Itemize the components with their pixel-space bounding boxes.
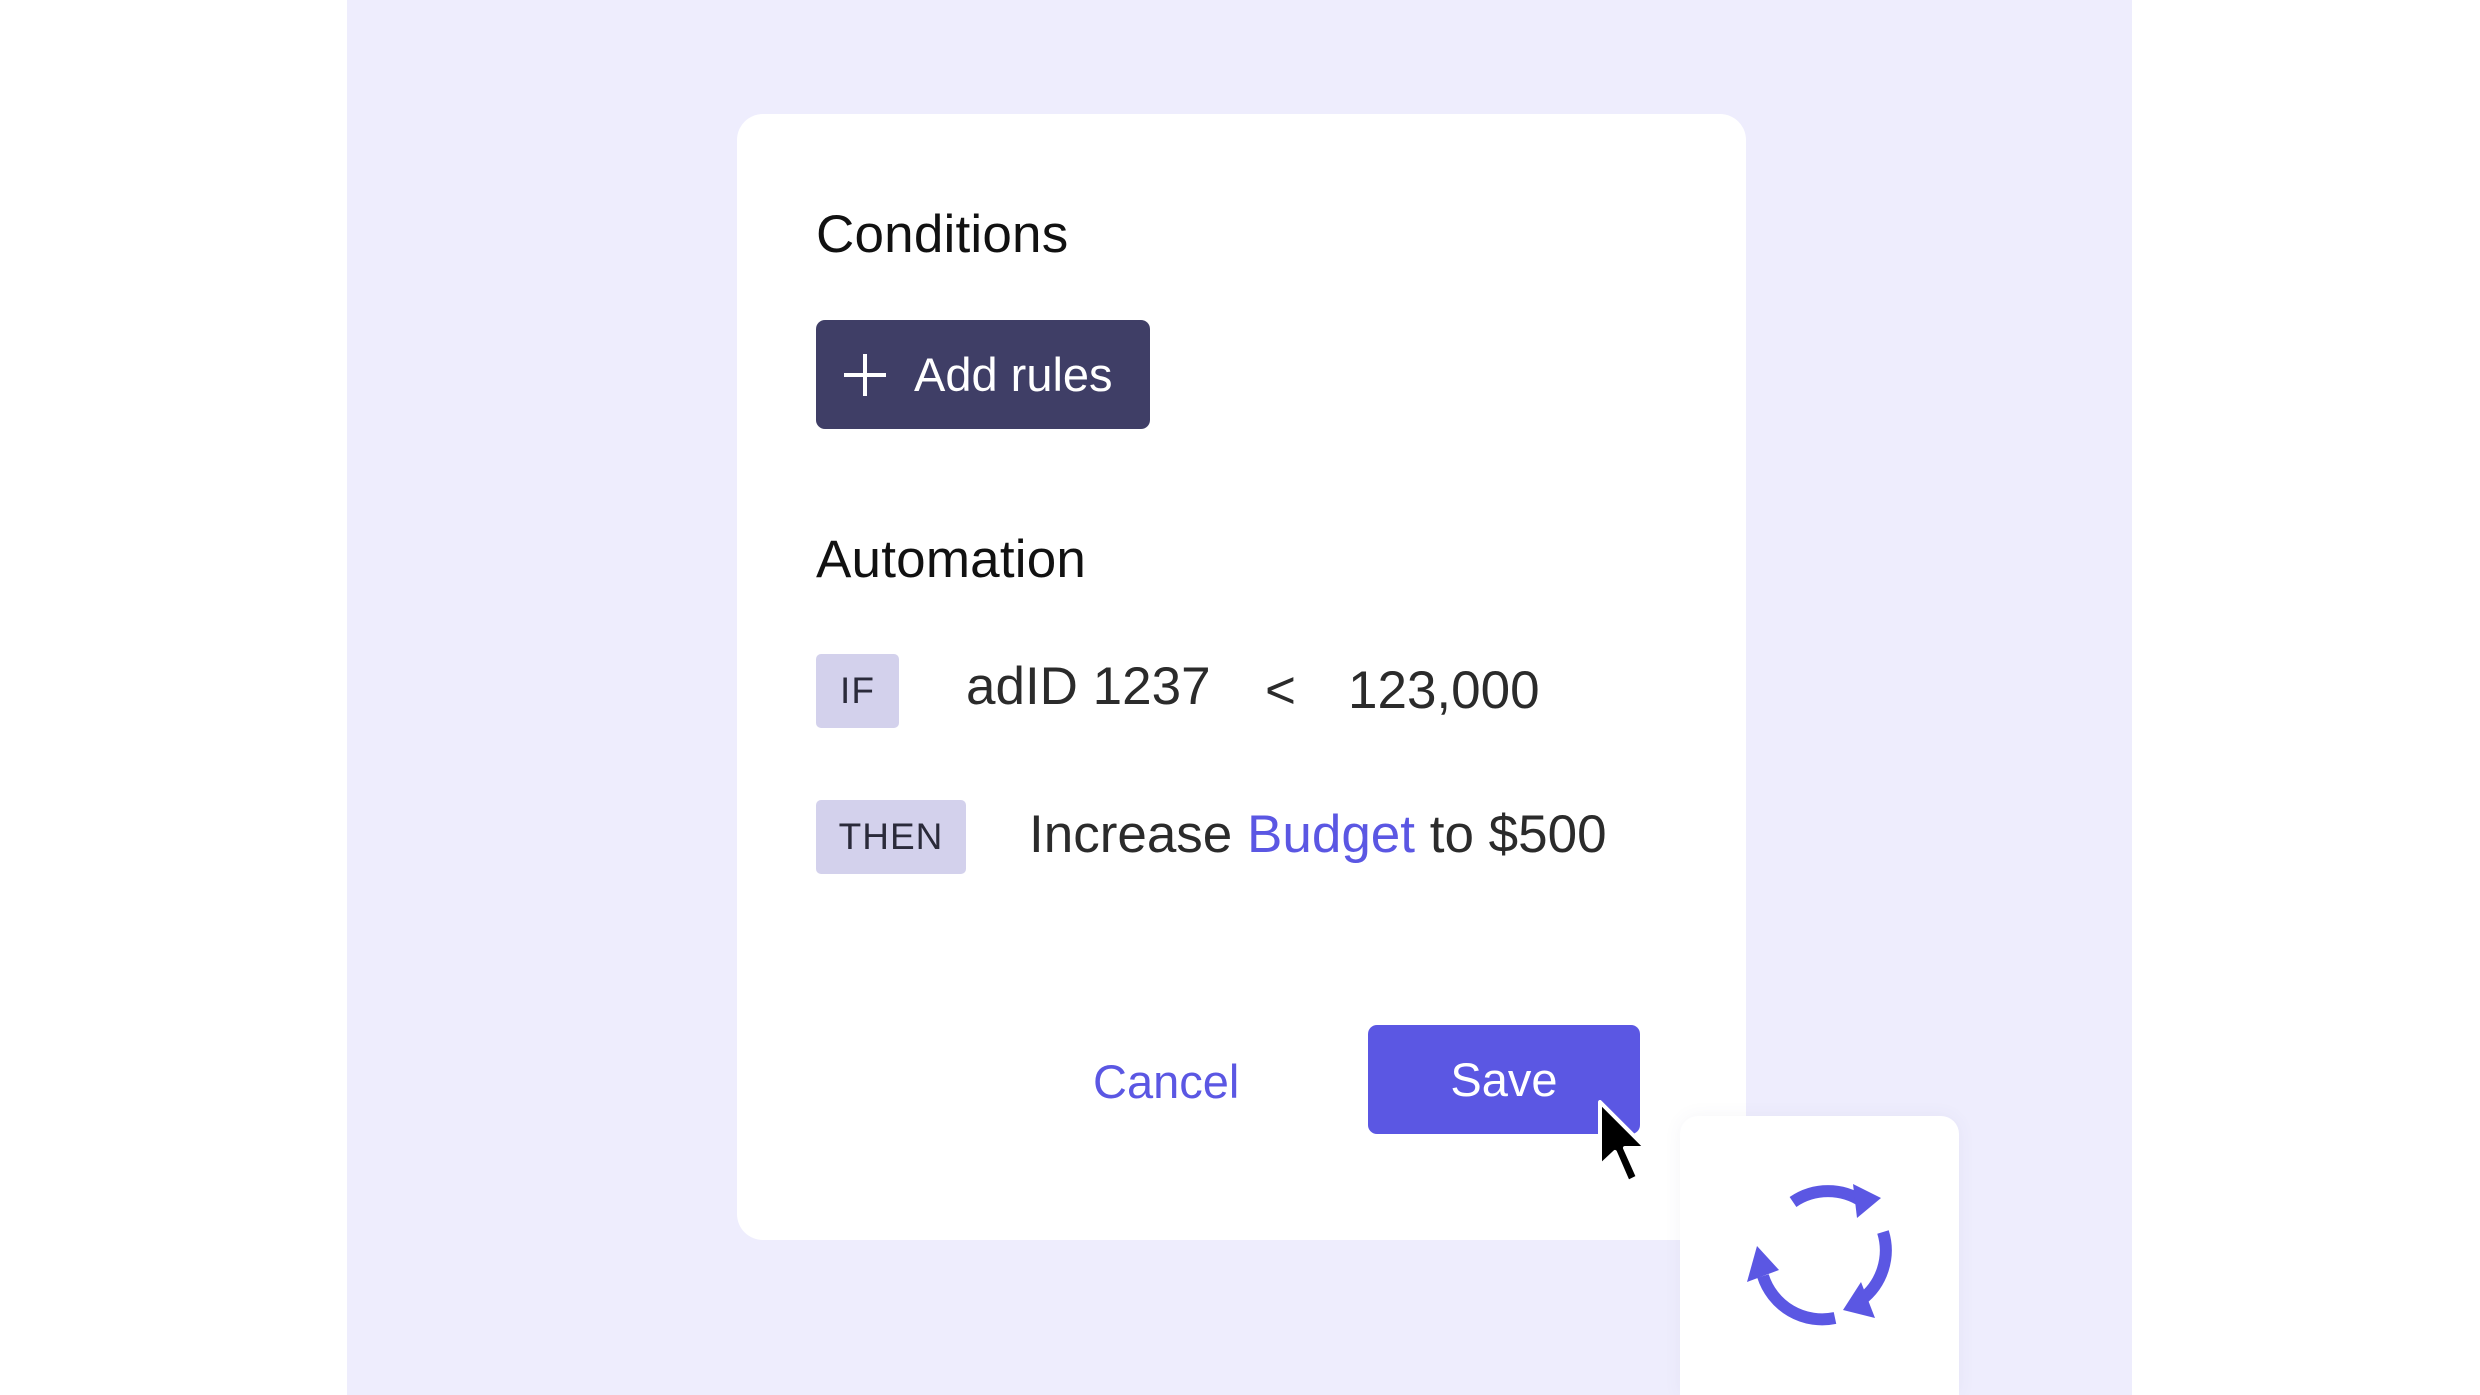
action-statement: Increase Budget to $500 [1029, 804, 1607, 865]
add-rules-label: Add rules [914, 348, 1113, 401]
plus-icon [844, 353, 886, 396]
condition-field: adID 1237 [966, 657, 1211, 716]
action-suffix: to $500 [1429, 805, 1607, 864]
mouse-pointer-icon [1598, 1100, 1648, 1184]
add-rules-button[interactable]: Add rules [816, 320, 1150, 429]
conditions-title: Conditions [816, 205, 1069, 264]
sync-icon [1747, 1184, 1892, 1326]
then-tag: THEN [816, 800, 966, 874]
if-tag: IF [816, 654, 899, 728]
action-prefix: Increase [1029, 805, 1233, 864]
condition-operator: < [1265, 661, 1296, 720]
condition-value: 123,000 [1348, 661, 1540, 720]
cancel-button[interactable]: Cancel [1093, 1054, 1239, 1109]
budget-link[interactable]: Budget [1247, 805, 1415, 864]
automation-title: Automation [816, 530, 1087, 589]
